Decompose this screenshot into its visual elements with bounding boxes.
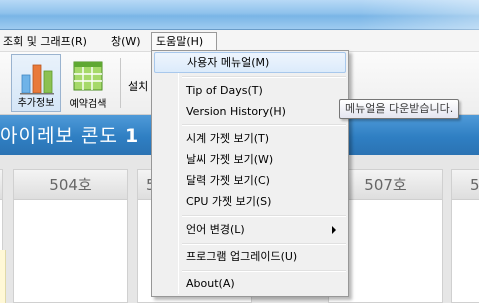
menu-query-graph[interactable]: 조회 및 그래프(R) bbox=[0, 32, 91, 51]
window-title-bar bbox=[0, 0, 479, 30]
menu-window[interactable]: 창(W) bbox=[107, 32, 145, 51]
menu-bar: 조회 및 그래프(R) 창(W) 도움말(H) bbox=[0, 30, 479, 52]
menu-separator bbox=[182, 76, 346, 78]
settings-label[interactable]: 설치 bbox=[128, 78, 148, 94]
menu-item-tip-of-days[interactable]: Tip of Days(T) bbox=[154, 80, 346, 101]
room-status-strip bbox=[0, 250, 6, 303]
menu-separator bbox=[182, 124, 346, 126]
toolbar-separator bbox=[120, 58, 121, 108]
menu-item-clock-gadget[interactable]: 시계 가젯 보기(T) bbox=[154, 128, 346, 149]
menu-item-version-history[interactable]: Version History(H) bbox=[154, 101, 346, 122]
bar-chart-icon bbox=[20, 64, 54, 95]
banner-title: 아이레보 콘도 1 bbox=[0, 125, 140, 147]
room-card[interactable]: 5 bbox=[451, 169, 479, 303]
reservation-search-button[interactable]: 예약검색 bbox=[63, 54, 113, 112]
menu-item-program-upgrade[interactable]: 프로그램 업그레이드(U) bbox=[154, 246, 346, 267]
menu-item-label: 언어 변경(L) bbox=[186, 223, 245, 236]
additional-info-button[interactable]: 추가정보 bbox=[11, 54, 61, 112]
menu-item-weather-gadget[interactable]: 날씨 가젯 보기(W) bbox=[154, 149, 346, 170]
menu-separator bbox=[182, 243, 346, 245]
help-dropdown-menu: 사용자 메뉴얼(M) Tip of Days(T) Version Histor… bbox=[151, 50, 349, 297]
room-header bbox=[0, 170, 2, 200]
room-card[interactable]: 504호 bbox=[13, 169, 128, 303]
menu-item-calendar-gadget[interactable]: 달력 가젯 보기(C) bbox=[154, 170, 346, 191]
additional-info-label: 추가정보 bbox=[17, 98, 55, 109]
menu-item-about[interactable]: About(A) bbox=[154, 273, 346, 294]
menu-help[interactable]: 도움말(H) bbox=[151, 32, 217, 51]
room-number: 5 bbox=[452, 170, 479, 200]
menu-separator bbox=[182, 270, 346, 272]
menu-separator bbox=[182, 215, 346, 217]
menu-tooltip: 메뉴얼을 다운받습니다. bbox=[339, 99, 460, 119]
spreadsheet-icon bbox=[73, 61, 103, 91]
submenu-arrow-icon bbox=[332, 226, 336, 234]
menu-item-user-manual[interactable]: 사용자 메뉴얼(M) bbox=[154, 52, 346, 73]
room-number: 504호 bbox=[14, 170, 127, 200]
menu-item-change-language[interactable]: 언어 변경(L) bbox=[154, 219, 346, 240]
menu-item-cpu-gadget[interactable]: CPU 가젯 보기(S) bbox=[154, 191, 346, 212]
reservation-search-label: 예약검색 bbox=[69, 99, 107, 110]
title-bar-highlight bbox=[360, 0, 479, 30]
